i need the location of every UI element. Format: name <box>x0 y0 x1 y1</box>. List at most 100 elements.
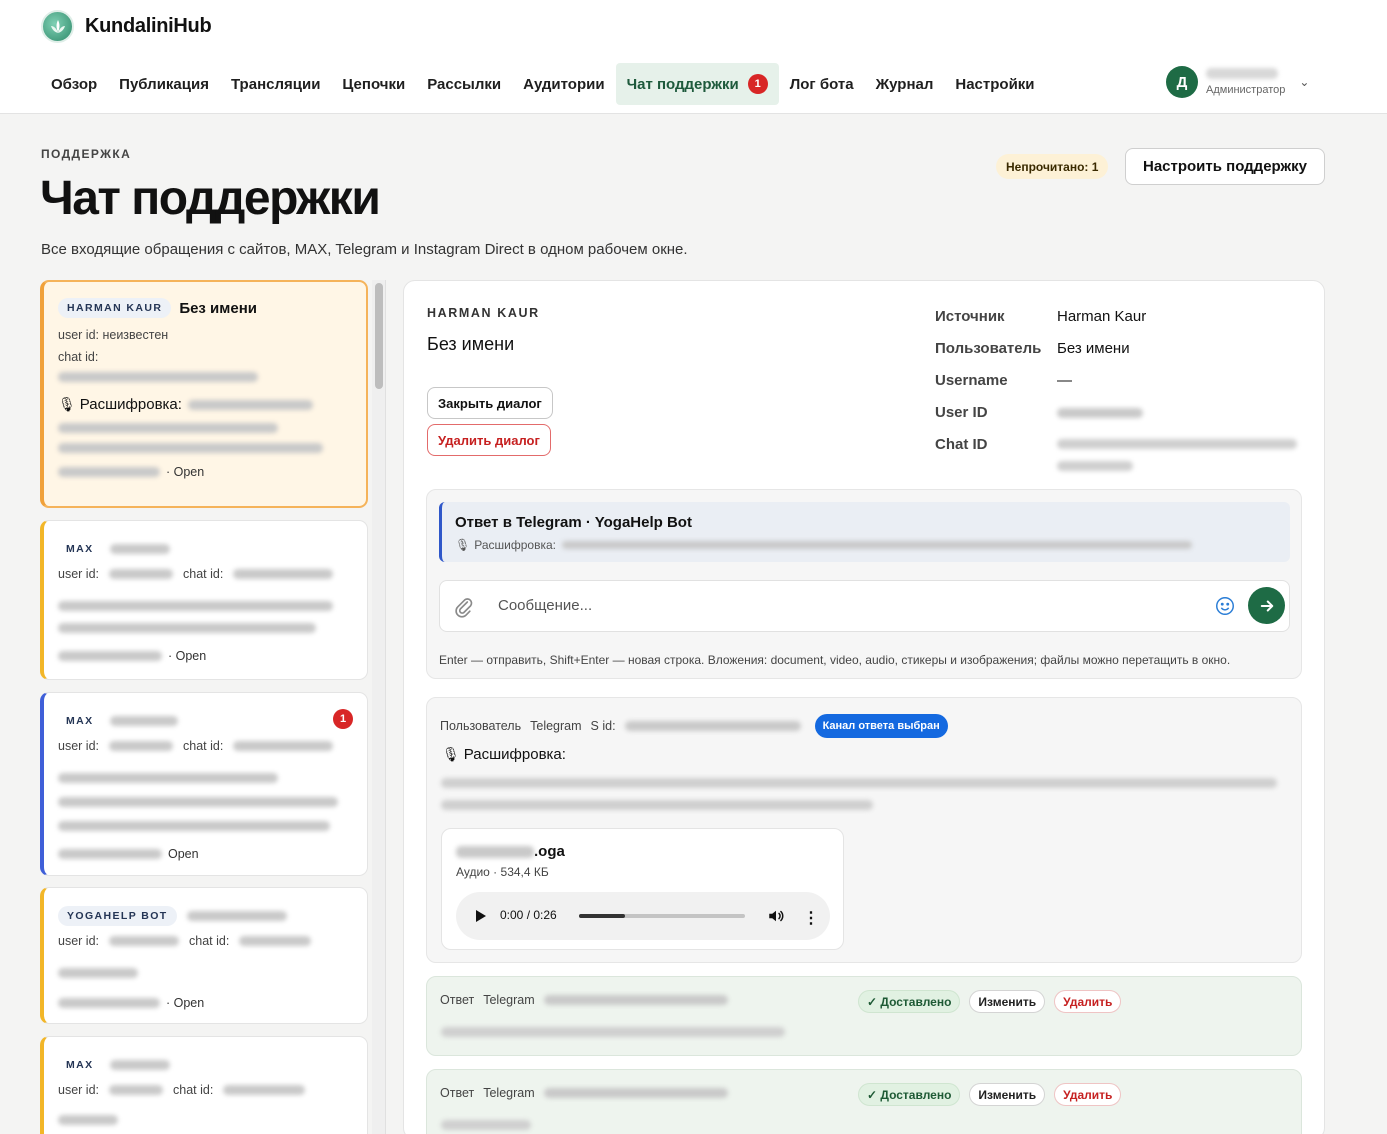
microphone-icon: 🎙 <box>58 396 76 412</box>
redacted-id <box>223 1085 306 1095</box>
nav-overview[interactable]: Обзор <box>40 63 108 105</box>
delete-dialog-button[interactable]: Удалить диалог <box>427 424 551 456</box>
answer-meta: Ответ Telegram <box>440 1086 737 1100</box>
configure-support-button[interactable]: Настроить поддержку <box>1125 148 1325 185</box>
file-extension: .oga <box>534 843 565 860</box>
nav-publish[interactable]: Публикация <box>108 63 220 105</box>
redacted-text <box>187 399 313 410</box>
chat-id: chat id: <box>183 567 224 581</box>
source-tag: HARMAN KAUR <box>58 298 172 318</box>
nav-label: Журнал <box>875 75 934 93</box>
message-meta: Пользователь Telegram S id: Канал ответа… <box>440 714 957 738</box>
reply-sub-label: Расшифровка: <box>474 538 556 552</box>
main-nav: Обзор Публикация Трансляции Цепочки Расс… <box>40 63 1046 105</box>
nav-support-chat[interactable]: Чат поддержки 1 <box>615 63 779 105</box>
nav-broadcasts[interactable]: Трансляции <box>220 63 331 105</box>
chat-id: chat id: <box>173 1083 214 1097</box>
play-icon[interactable] <box>476 910 486 922</box>
brand-name: KundaliniHub <box>85 15 212 37</box>
send-button[interactable] <box>1248 587 1285 624</box>
delete-button[interactable]: Удалить <box>1054 1083 1122 1106</box>
redacted-id <box>624 721 801 731</box>
meta-value: Без имени <box>1057 340 1130 357</box>
meta-label: Пользователь <box>935 340 1042 357</box>
message-transcript: 🎙 Расшифровка: <box>442 746 566 763</box>
delete-button[interactable]: Удалить <box>1054 990 1122 1013</box>
conversation-list: HARMAN KAUR Без имени user id: неизвесте… <box>40 280 370 1134</box>
meta-label: Источник <box>935 308 1005 325</box>
nav-settings[interactable]: Настройки <box>944 63 1045 105</box>
user-id: user id: <box>58 934 99 948</box>
audio-attachment: .oga Аудио · 534,4 КБ 0:00 / 0:26 ⋮ <box>441 828 844 950</box>
redacted-id <box>109 741 173 751</box>
user-role: Администратор <box>1206 84 1286 96</box>
redacted-text <box>58 443 323 453</box>
redacted-answer <box>441 1120 531 1130</box>
nav-label: Цепочки <box>342 75 406 93</box>
nav-mailings[interactable]: Рассылки <box>416 63 512 105</box>
redacted-sender <box>543 995 728 1005</box>
more-options-icon[interactable]: ⋮ <box>803 908 819 928</box>
conversation-item[interactable]: MAX user id: chat id: <box>40 1036 368 1134</box>
conversation-scrollbar[interactable] <box>372 280 386 1134</box>
nav-bot-log[interactable]: Лог бота <box>779 63 865 105</box>
detail-source: HARMAN KAUR <box>427 306 540 320</box>
scroll-thumb[interactable] <box>375 283 383 389</box>
unread-badge: 1 <box>333 709 353 729</box>
paperclip-icon[interactable] <box>454 596 474 618</box>
conversation-item[interactable]: 1 MAX user id: chat id: Open <box>40 692 368 876</box>
message-input[interactable]: Сообщение... <box>439 580 1290 632</box>
redacted-id <box>233 569 334 579</box>
conversation-name: Без имени <box>179 299 258 317</box>
avatar: Д <box>1166 66 1198 98</box>
answer-role: Ответ <box>440 1086 475 1100</box>
conversation-item[interactable]: MAX user id: chat id: · Open <box>40 520 368 680</box>
message-id-label: S id: <box>590 719 616 733</box>
status-label: · Open <box>166 465 205 479</box>
redacted-id <box>109 569 173 579</box>
edit-button[interactable]: Изменить <box>969 1083 1046 1106</box>
nav-chains[interactable]: Цепочки <box>331 63 416 105</box>
nav-journal[interactable]: Журнал <box>865 63 945 105</box>
chevron-down-icon: ⌄ <box>1299 75 1310 89</box>
user-menu[interactable]: Д Администратор ⌄ <box>1166 66 1309 98</box>
redacted-name <box>109 716 178 726</box>
nav-audiences[interactable]: Аудитории <box>512 63 615 105</box>
delivered-badge: ✓ Доставлено <box>858 990 961 1013</box>
composer-hint: Enter — отправить, Shift+Enter — новая с… <box>439 653 1231 667</box>
answer-row: Ответ Telegram ✓ Доставлено Изменить Уда… <box>426 976 1302 1056</box>
reply-title: Ответ в Telegram · YogaHelp Bot <box>455 514 692 531</box>
status-label: Open <box>168 847 199 861</box>
nav-label: Чат поддержки <box>626 75 739 93</box>
user-id: user id: <box>58 739 99 753</box>
status-label: · Open <box>166 996 205 1010</box>
conversation-item[interactable]: YOGAHELP BOT user id: chat id: · Open <box>40 887 368 1024</box>
audio-progress[interactable] <box>579 914 745 918</box>
nav-label: Рассылки <box>427 75 502 93</box>
user-id: user id: <box>58 1083 99 1097</box>
file-name: .oga <box>456 843 565 860</box>
redacted-file-name <box>456 845 534 858</box>
transcript-label: Расшифровка: <box>463 746 566 763</box>
chat-id: chat id: <box>183 739 224 753</box>
redacted-text <box>58 423 278 433</box>
redacted-text <box>58 601 333 611</box>
nav-label: Лог бота <box>789 75 854 93</box>
redacted-id <box>233 741 334 751</box>
arrow-right-icon <box>1260 600 1273 611</box>
user-id: user id: неизвестен <box>58 328 169 342</box>
meta-value: Harman Kaur <box>1057 308 1147 325</box>
close-dialog-button[interactable]: Закрыть диалог <box>427 387 553 419</box>
edit-button[interactable]: Изменить <box>969 990 1046 1013</box>
volume-icon[interactable] <box>767 907 785 925</box>
redacted-chat-id <box>58 372 258 382</box>
emoji-icon[interactable] <box>1214 595 1236 617</box>
meta-label: User ID <box>935 404 988 421</box>
lotus-logo-icon <box>41 10 74 43</box>
meta-label: Chat ID <box>935 436 988 453</box>
nav-label: Трансляции <box>230 75 321 93</box>
source-tag: MAX <box>66 715 94 727</box>
brand[interactable]: KundaliniHub <box>41 10 212 43</box>
conversation-item[interactable]: HARMAN KAUR Без имени user id: неизвесте… <box>40 280 368 508</box>
source-tag: YOGAHELP BOT <box>58 906 177 926</box>
